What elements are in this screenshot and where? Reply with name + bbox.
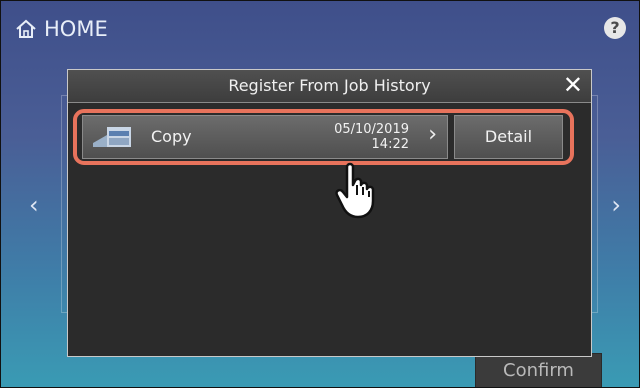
dialog-title-bar: Register From Job History ✕	[68, 70, 591, 103]
job-label: Copy	[151, 127, 192, 146]
job-history-row[interactable]: Copy 05/10/2019 14:22 ›	[82, 115, 448, 159]
home-label: HOME	[44, 17, 108, 41]
copier-icon	[93, 125, 137, 153]
help-button[interactable]: ?	[604, 17, 626, 39]
pointer-hand-icon	[331, 161, 387, 225]
chevron-right-icon: ›	[428, 122, 437, 147]
home-button[interactable]: HOME	[15, 17, 108, 41]
home-icon	[15, 19, 37, 39]
prev-page-arrow[interactable]: ‹	[29, 191, 39, 219]
detail-button[interactable]: Detail	[454, 115, 563, 159]
job-datetime: 05/10/2019 14:22	[334, 122, 409, 152]
close-icon[interactable]: ✕	[563, 70, 583, 100]
confirm-button[interactable]: Confirm	[475, 353, 602, 387]
register-dialog: Register From Job History ✕ Copy 05/10/2…	[67, 69, 592, 357]
dialog-title: Register From Job History	[228, 76, 431, 95]
screen: HOME ? ‹ › Confirm Register From Job His…	[0, 0, 640, 388]
job-date: 05/10/2019	[334, 122, 409, 137]
job-time: 14:22	[371, 137, 409, 152]
next-page-arrow[interactable]: ›	[611, 191, 621, 219]
